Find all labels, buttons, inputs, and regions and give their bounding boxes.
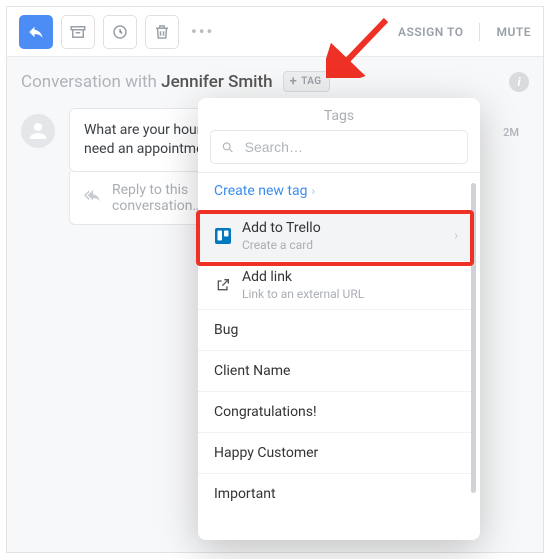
chevron-right-icon: › <box>311 184 315 198</box>
tag-label: Client Name <box>214 363 290 379</box>
tag-item[interactable]: Bug <box>198 309 472 350</box>
snooze-button[interactable] <box>103 15 137 49</box>
conversation-name: Jennifer Smith <box>161 72 273 92</box>
conversation-prefix: Conversation with <box>21 72 161 92</box>
add-tag-label: TAG <box>301 76 321 87</box>
tag-label: Add to Trello <box>242 220 321 236</box>
tags-scroll: Create new tag › Add to Trello Create a … <box>198 173 480 540</box>
archive-button[interactable] <box>61 15 95 49</box>
tag-item[interactable]: Congratulations! <box>198 391 472 432</box>
reply-all-icon <box>84 189 102 207</box>
conversation-title: Conversation with Jennifer Smith <box>21 72 273 92</box>
avatar <box>21 114 55 148</box>
tag-item[interactable]: Happy Customer <box>198 432 472 473</box>
trello-icon <box>214 228 232 244</box>
info-button[interactable]: i <box>509 72 529 92</box>
search-input-wrap[interactable] <box>210 130 468 164</box>
tag-label: Important <box>214 486 276 502</box>
tag-label: Happy Customer <box>214 445 318 461</box>
create-new-tag[interactable]: Create new tag › <box>198 173 472 211</box>
tag-sub: Link to an external URL <box>242 287 364 301</box>
conversation-header: Conversation with Jennifer Smith + TAG i <box>7 57 543 102</box>
tag-item-trello[interactable]: Add to Trello Create a card › <box>198 211 472 260</box>
chevron-right-icon: › <box>454 229 458 244</box>
person-icon <box>26 119 50 143</box>
popover-title: Tags <box>198 98 480 130</box>
clock-icon <box>111 23 129 41</box>
create-new-tag-label: Create new tag <box>214 183 307 199</box>
more-button[interactable]: ••• <box>191 22 214 41</box>
assign-to-button[interactable]: ASSIGN TO <box>398 25 463 39</box>
delete-button[interactable] <box>145 15 179 49</box>
tag-label: Bug <box>214 322 238 338</box>
mute-button[interactable]: MUTE <box>496 25 531 39</box>
separator <box>479 23 480 41</box>
tag-item[interactable]: Client Name <box>198 350 472 391</box>
tag-label: Congratulations! <box>214 404 317 420</box>
archive-icon <box>69 23 87 41</box>
trash-icon <box>153 23 171 41</box>
reply-icon <box>27 23 45 41</box>
plus-icon: + <box>290 75 298 88</box>
toolbar: ••• ASSIGN TO MUTE <box>7 7 543 57</box>
search-icon <box>221 140 235 155</box>
tag-item[interactable]: Important <box>198 473 472 514</box>
search-input[interactable] <box>243 138 457 156</box>
add-tag-button[interactable]: + TAG <box>283 71 331 92</box>
tags-popover: Tags Create new tag › Add to Trello Crea… <box>198 98 480 540</box>
reply-button[interactable] <box>19 15 53 49</box>
tag-label: Add link <box>242 269 292 285</box>
message-time: 2M <box>503 126 519 139</box>
external-link-icon <box>214 277 232 293</box>
tag-sub: Create a card <box>242 238 321 252</box>
scrollbar[interactable] <box>471 183 476 493</box>
tag-item-add-link[interactable]: Add link Link to an external URL <box>198 260 472 309</box>
